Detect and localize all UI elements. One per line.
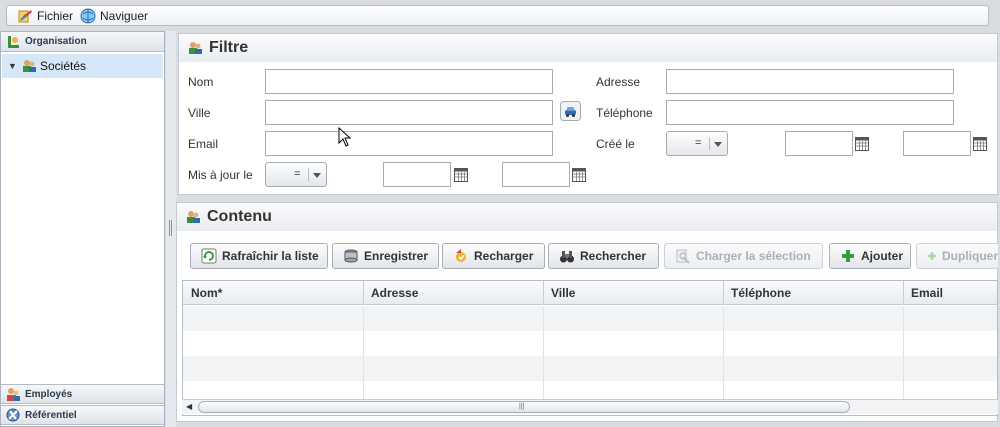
cree-le-from-date[interactable] xyxy=(785,131,853,156)
menu-naviguer-label: Naviguer xyxy=(100,9,149,23)
column-header-telephone[interactable]: Téléphone xyxy=(723,281,904,305)
mis-a-jour-to-date[interactable] xyxy=(502,162,570,187)
add-button[interactable]: Ajouter xyxy=(829,243,911,269)
reload-icon xyxy=(456,249,466,262)
companies-grid: Nom* Adresse Ville Téléphone Email xyxy=(182,280,998,416)
lookup-car-icon[interactable] xyxy=(560,101,581,121)
add-label: Ajouter xyxy=(861,249,903,263)
refresh-list-label: Rafraîchir la liste xyxy=(222,249,319,263)
telephone-label: Téléphone xyxy=(596,106,653,120)
grid-empty-row xyxy=(183,356,997,381)
accordion-employes[interactable]: Employés xyxy=(1,384,164,404)
organisation-icon xyxy=(8,35,19,48)
menu-fichier[interactable]: Fichier xyxy=(17,7,73,25)
telephone-input[interactable] xyxy=(666,100,954,125)
mis-a-jour-from-date[interactable] xyxy=(383,162,451,187)
calendar-icon[interactable] xyxy=(572,168,586,182)
employees-icon xyxy=(7,388,20,401)
companies-icon xyxy=(189,42,202,54)
dropdown-arrow-icon xyxy=(714,142,722,147)
save-label: Enregistrer xyxy=(364,249,429,263)
duplicate-icon xyxy=(928,252,936,260)
save-icon xyxy=(344,249,358,263)
tree-expand-icon[interactable]: ▼ xyxy=(8,61,18,71)
content-title: Contenu xyxy=(207,208,272,225)
accordion-organisation[interactable]: Organisation xyxy=(1,32,164,52)
duplicate-label: Dupliquer xyxy=(942,249,998,263)
column-header-email[interactable]: Email xyxy=(903,281,997,305)
accordion-employes-label: Employés xyxy=(25,388,73,400)
email-label: Email xyxy=(188,137,219,151)
refresh-icon xyxy=(201,248,217,264)
column-header-nom[interactable]: Nom* xyxy=(183,281,364,305)
binoculars-icon xyxy=(560,251,574,263)
reload-button[interactable]: Recharger xyxy=(442,243,545,269)
reload-label: Recharger xyxy=(474,249,534,263)
splitter-grip[interactable] xyxy=(169,220,172,236)
scrollbar-thumb[interactable]: ||| xyxy=(198,401,850,413)
menu-fichier-label: Fichier xyxy=(37,9,74,23)
accordion-referentiel[interactable]: Référentiel xyxy=(1,405,164,425)
grid-empty-row xyxy=(183,331,997,356)
refresh-list-button[interactable]: Rafraîchir la liste xyxy=(190,243,328,269)
load-selection-button[interactable]: Charger la sélection xyxy=(664,243,823,269)
navigate-globe-icon xyxy=(80,8,96,24)
email-input[interactable] xyxy=(265,131,553,156)
grid-header: Nom* Adresse Ville Téléphone Email xyxy=(183,281,997,305)
search-button[interactable]: Rechercher xyxy=(548,243,659,269)
grid-empty-row xyxy=(183,306,997,331)
calendar-icon[interactable] xyxy=(855,137,869,151)
load-selection-label: Charger la sélection xyxy=(696,249,811,263)
adresse-input[interactable] xyxy=(666,69,954,94)
ville-input[interactable] xyxy=(265,100,553,125)
menu-naviguer[interactable]: Naviguer xyxy=(80,7,148,25)
calendar-icon[interactable] xyxy=(973,137,987,151)
accordion-referentiel-label: Référentiel xyxy=(25,409,77,421)
tree-item-societes-label: Sociétés xyxy=(40,59,87,73)
adresse-label: Adresse xyxy=(596,75,641,89)
column-header-ville[interactable]: Ville xyxy=(543,281,724,305)
mis-a-jour-label: Mis à jour le xyxy=(188,168,253,182)
filter-panel-header: Filtre xyxy=(179,34,997,62)
menu-bar: Fichier Naviguer xyxy=(6,5,989,26)
mis-a-jour-operator-select[interactable]: = xyxy=(265,162,327,187)
ville-label: Ville xyxy=(188,106,211,120)
dropdown-arrow-icon xyxy=(313,173,321,178)
calendar-icon[interactable] xyxy=(454,168,468,182)
save-button[interactable]: Enregistrer xyxy=(332,243,439,269)
cree-le-label: Créé le xyxy=(596,137,635,151)
operator-value: = xyxy=(294,168,301,180)
column-header-adresse[interactable]: Adresse xyxy=(363,281,544,305)
mouse-cursor-icon xyxy=(338,127,352,147)
duplicate-button[interactable]: Dupliquer xyxy=(916,243,998,269)
cree-le-to-date[interactable] xyxy=(903,131,971,156)
load-selection-icon xyxy=(676,249,690,264)
navigation-panel: Organisation ▼ Sociétés Employés Référen… xyxy=(0,31,165,427)
companies-icon xyxy=(187,211,200,223)
operator-value: = xyxy=(695,137,702,149)
nom-label: Nom xyxy=(188,75,214,89)
add-icon xyxy=(842,250,854,262)
companies-icon xyxy=(23,60,36,72)
horizontal-scrollbar[interactable]: ◀ ||| xyxy=(182,399,998,414)
filter-title: Filtre xyxy=(209,39,249,56)
search-label: Rechercher xyxy=(580,249,647,263)
accordion-organisation-label: Organisation xyxy=(25,36,87,47)
scroll-left-arrow-icon[interactable]: ◀ xyxy=(186,402,192,411)
file-menu-icon xyxy=(18,10,32,23)
cree-le-operator-select[interactable]: = xyxy=(666,131,728,156)
nom-input[interactable] xyxy=(265,69,553,94)
content-panel-header: Contenu xyxy=(177,203,997,231)
tree-item-societes[interactable]: ▼ Sociétés xyxy=(2,54,163,78)
referential-icon xyxy=(6,408,20,422)
